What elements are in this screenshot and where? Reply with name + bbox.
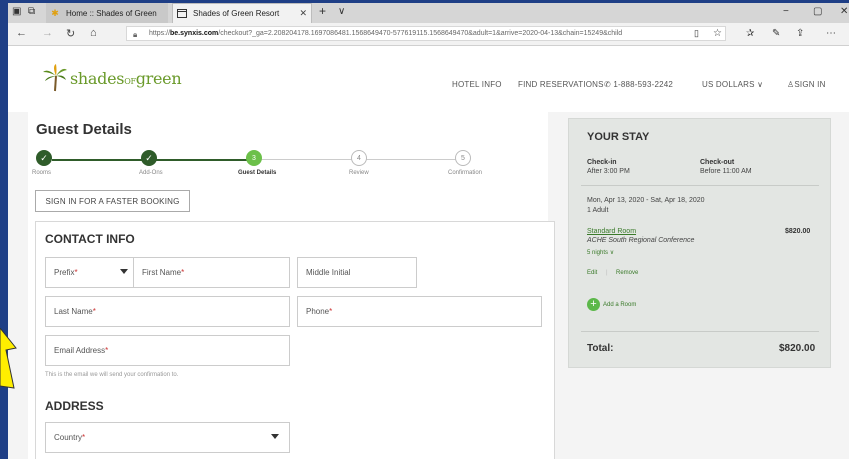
stay-dates: Mon, Apr 13, 2020 - Sat, Apr 18, 2020: [587, 197, 705, 204]
checkout-value: Before 11:00 AM: [700, 168, 752, 175]
favorites-hub-icon[interactable]: ✰: [746, 28, 754, 39]
step-label-guest-details: Guest Details: [238, 170, 277, 176]
step-guest-details: 3: [246, 150, 262, 166]
stay-divider: [581, 331, 819, 332]
email-hint: This is the email we will send your conf…: [45, 372, 179, 378]
checkin-value: After 3:00 PM: [587, 168, 630, 175]
page-title: Guest Details: [36, 121, 132, 138]
step-label-add-ons: Add-Ons: [139, 170, 163, 176]
step-add-ons[interactable]: ✓: [141, 150, 157, 166]
remove-room-link[interactable]: Remove: [616, 270, 638, 276]
maximize-button[interactable]: ▢: [813, 6, 822, 17]
nights-toggle[interactable]: 5 nights ∨: [587, 249, 614, 256]
email-field[interactable]: Email Address *: [45, 335, 290, 366]
nav-currency-dropdown[interactable]: US DOLLARS ∨: [702, 80, 763, 89]
prefix-select[interactable]: Prefix *: [45, 257, 135, 288]
tab-close-icon[interactable]: ✕: [299, 8, 307, 19]
back-arrow-icon[interactable]: ←: [16, 27, 27, 39]
url-path: /checkout?_ga=2.208204178.1697086481.156…: [218, 30, 623, 37]
shades-of-green-logo[interactable]: shadesOFgreen: [42, 64, 182, 92]
rate-name: ACHE South Regional Conference: [587, 237, 695, 244]
close-window-button[interactable]: ✕: [840, 6, 848, 17]
tab-shades-resort[interactable]: Shades of Green Resort ✕: [172, 3, 312, 23]
stay-divider: [581, 185, 819, 186]
add-room-button[interactable]: + Add a Room: [587, 298, 636, 311]
nav-hotel-info[interactable]: HOTEL INFO: [452, 80, 502, 89]
url-domain: be.synxis.com: [170, 30, 219, 37]
annotation-arrow-icon: [0, 328, 17, 389]
plus-icon: +: [587, 298, 600, 311]
new-tab-button[interactable]: +: [319, 4, 326, 18]
edit-room-link[interactable]: Edit: [587, 270, 597, 276]
home-icon[interactable]: ⌂: [90, 27, 97, 39]
checkout-label: Check-out: [700, 159, 735, 166]
address-bar: ← → ↻ ⌂ 🔒︎ https://be.synxis.com/checkou…: [8, 23, 849, 46]
step-rooms[interactable]: ✓: [36, 150, 52, 166]
page-favicon-icon: [177, 9, 187, 19]
palm-tree-icon: [43, 64, 67, 92]
dropdown-caret-icon: [120, 269, 128, 274]
last-name-field[interactable]: Last Name *: [45, 296, 290, 327]
tab-list-button[interactable]: ∨: [338, 6, 345, 17]
phone-icon: ✆: [604, 80, 614, 89]
address-heading: ADDRESS: [45, 399, 104, 413]
url-prefix: https://: [149, 30, 171, 37]
step-review: 4: [351, 150, 367, 166]
tab-title: Shades of Green Resort: [193, 9, 280, 18]
site-header: shadesOFgreen HOTEL INFO FIND RESERVATIO…: [8, 46, 849, 113]
room-price: $820.00: [785, 228, 811, 235]
refresh-icon[interactable]: ↻: [66, 27, 75, 40]
share-icon[interactable]: ⇪: [796, 28, 804, 39]
dropdown-caret-icon: [271, 434, 279, 439]
tab-bar: ▣ ⧉ ✱ Home :: Shades of Green Shades of …: [8, 3, 849, 23]
tab-back-icon[interactable]: ⧉: [28, 6, 35, 17]
guest-form: CONTACT INFO Prefix * First Name * Middle …: [35, 221, 555, 459]
chevron-down-icon: ∨: [757, 80, 764, 89]
step-confirmation: 5: [455, 150, 471, 166]
country-select[interactable]: Country *: [45, 422, 290, 453]
palm-favicon-icon: ✱: [51, 7, 59, 18]
favorite-star-icon[interactable]: ☆: [713, 28, 722, 39]
step-label-review: Review: [349, 170, 369, 176]
browser-window: ▣ ⧉ ✱ Home :: Shades of Green Shades of …: [8, 3, 849, 459]
phone-field[interactable]: Phone *: [297, 296, 542, 327]
room-name-link[interactable]: Standard Room: [587, 228, 636, 235]
lock-icon: 🔒︎: [133, 30, 138, 39]
link-separator: |: [606, 270, 608, 276]
forward-arrow-icon[interactable]: →: [42, 27, 53, 39]
contact-info-heading: CONTACT INFO: [45, 232, 135, 246]
more-menu-icon[interactable]: ⋯: [826, 28, 836, 39]
total-label: Total:: [587, 343, 614, 354]
step-label-confirmation: Confirmation: [448, 170, 483, 176]
stay-guests: 1 Adult: [587, 207, 609, 214]
tab-home[interactable]: ✱ Home :: Shades of Green: [46, 3, 168, 23]
nav-sign-in[interactable]: ♙SIGN IN: [787, 80, 826, 89]
tab-actions-icon[interactable]: ▣: [12, 6, 21, 17]
checkin-label: Check-in: [587, 159, 617, 166]
nav-find-reservations[interactable]: FIND RESERVATIONS: [518, 80, 604, 89]
your-stay-title: YOUR STAY: [587, 131, 650, 143]
url-field[interactable]: 🔒︎ https://be.synxis.com/checkout?_ga=2.…: [126, 26, 726, 41]
tab-title: Home :: Shades of Green: [66, 8, 157, 18]
step-label-rooms: Rooms: [32, 170, 52, 176]
minimize-button[interactable]: −: [783, 6, 789, 17]
sign-in-faster-booking-button[interactable]: SIGN IN FOR A FASTER BOOKING: [35, 190, 190, 212]
total-value: $820.00: [779, 343, 816, 354]
notes-pen-icon[interactable]: ✎: [772, 28, 780, 39]
nav-phone[interactable]: ✆ 1-888-593-2242: [604, 80, 673, 89]
reading-view-icon[interactable]: ▯: [694, 28, 699, 39]
logo-text: shadesOFgreen: [70, 68, 182, 88]
chevron-down-icon: ∨: [609, 250, 615, 256]
your-stay-panel: YOUR STAY Check-in After 3:00 PM Check-o…: [568, 118, 831, 368]
first-name-field[interactable]: First Name *: [133, 257, 290, 288]
middle-initial-field[interactable]: Middle Initial: [297, 257, 417, 288]
